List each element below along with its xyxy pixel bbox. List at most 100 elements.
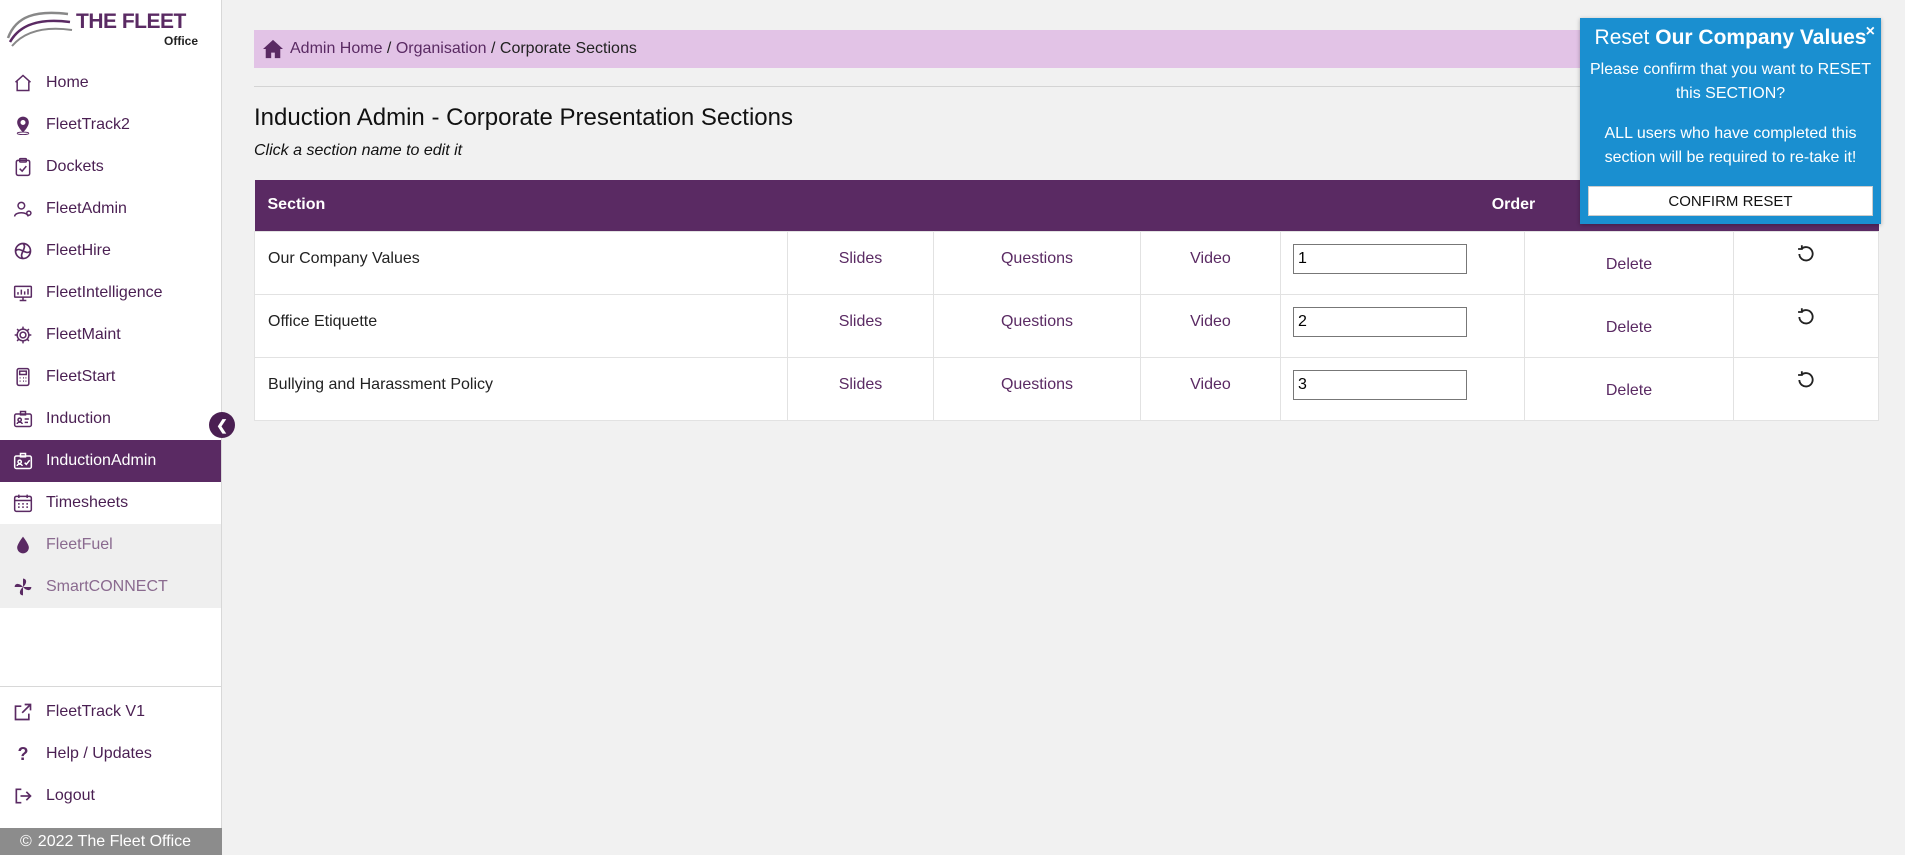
home-icon[interactable] [262,39,290,59]
sidebar-item-label: FleetAdmin [46,200,127,217]
sidebar-item-label: FleetIntelligence [46,284,163,301]
sidebar-item-fleetadmin[interactable]: FleetAdmin [0,188,221,230]
sidebar-item-fleetstart[interactable]: FleetStart [0,356,221,398]
breadcrumb-separator: / [382,40,396,57]
sidebar-bottom-nav: FleetTrack V1 ? Help / Updates Logout [0,686,221,817]
reset-icon [1796,370,1816,394]
section-name[interactable]: Bullying and Harassment Policy [254,356,788,421]
gear-icon [0,325,46,345]
sidebar-item-label: FleetTrack2 [46,116,130,133]
sidebar-item-label: InductionAdmin [46,452,157,469]
section-name[interactable]: Office Etiquette [254,293,788,358]
confirm-reset-button[interactable]: CONFIRM RESET [1588,186,1873,216]
sidebar-item-label: FleetMaint [46,326,121,343]
slides-link[interactable]: Slides [787,293,934,358]
page-title: Induction Admin - Corporate Presentation… [254,104,793,131]
delete-link[interactable]: Delete [1524,293,1734,358]
sidebar-item-label: SmartCONNECT [46,578,168,595]
column-header-section: Section [254,180,1281,231]
popover-message: Please confirm that you want to RESET th… [1589,61,1871,102]
reset-button[interactable] [1733,356,1879,421]
sidebar-item-fleettrack2[interactable]: FleetTrack2 [0,104,221,146]
video-link[interactable]: Video [1140,356,1281,421]
breadcrumb-separator: / [486,40,500,57]
order-cell [1280,230,1525,295]
question-icon: ? [17,743,29,764]
logout-icon [0,786,46,806]
sidebar: THE FLEET Office Home FleetTrack2 Docket… [0,0,222,855]
order-cell [1280,356,1525,421]
sidebar-item-logout[interactable]: Logout [0,775,221,817]
reset-confirm-popover: × Reset Our Company Values Please confir… [1580,18,1881,224]
table-row: Office Etiquette Slides Questions Video … [254,293,1879,358]
sidebar-item-label: Timesheets [46,494,129,511]
delete-link[interactable]: Delete [1524,230,1734,295]
sidebar-item-fleetintelligence[interactable]: FleetIntelligence [0,272,221,314]
sidebar-footer: © 2022 The Fleet Office [0,828,222,855]
order-cell [1280,293,1525,358]
video-link[interactable]: Video [1140,230,1281,295]
location-pin-icon [0,115,46,135]
order-input[interactable] [1293,306,1467,337]
spiral-icon [0,241,46,261]
sidebar-item-fleetfuel[interactable]: FleetFuel [0,524,221,566]
home-icon [0,73,46,93]
sidebar-item-label: FleetFuel [46,536,113,553]
sidebar-item-fleethire[interactable]: FleetHire [0,230,221,272]
sidebar-nav: Home FleetTrack2 Dockets FleetAdmin Flee… [0,62,221,608]
sidebar-item-smartconnect[interactable]: SmartCONNECT [0,566,221,608]
breadcrumb-organisation[interactable]: Organisation [396,40,487,58]
slides-link[interactable]: Slides [787,356,934,421]
monitor-chart-icon [0,283,46,303]
reset-button[interactable] [1733,293,1879,358]
logo-subtext: Office [164,34,199,48]
reset-button[interactable] [1733,230,1879,295]
breadcrumb-current: Corporate Sections [499,40,637,57]
calculator-icon [0,367,46,387]
logo[interactable]: THE FLEET Office [6,4,206,48]
sidebar-item-label: Logout [46,787,95,804]
questions-link[interactable]: Questions [933,293,1141,358]
external-link-icon [0,702,46,722]
sidebar-item-fleetmaint[interactable]: FleetMaint [0,314,221,356]
sidebar-item-inductionadmin[interactable]: InductionAdmin [0,440,221,482]
sidebar-item-label: FleetHire [46,242,111,259]
calendar-icon [0,493,46,513]
sidebar-collapse-button[interactable]: ❮ [209,412,235,438]
clipboard-check-icon [0,157,46,177]
sidebar-item-label: Dockets [46,158,104,175]
table-row: Our Company Values Slides Questions Vide… [254,230,1879,295]
popover-warning: ALL users who have completed this sectio… [1604,125,1857,166]
user-cog-icon [0,199,46,219]
pinwheel-icon [0,577,46,597]
sidebar-item-label: FleetStart [46,368,116,385]
breadcrumb-admin-home[interactable]: Admin Home [290,40,382,58]
table-row: Bullying and Harassment Policy Slides Qu… [254,356,1879,421]
sidebar-item-label: FleetTrack V1 [46,703,145,720]
logo-text: THE FLEET [76,10,186,33]
copyright-text: 2022 The Fleet Office [37,832,192,850]
questions-link[interactable]: Questions [933,230,1141,295]
sidebar-item-dockets[interactable]: Dockets [0,146,221,188]
logo-truck-icon [6,11,73,47]
sidebar-item-help[interactable]: ? Help / Updates [0,733,221,775]
chevron-left-icon: ❮ [216,416,228,433]
sidebar-item-fleettrack-v1[interactable]: FleetTrack V1 [0,691,221,733]
reset-icon [1796,244,1816,268]
reset-icon [1796,307,1816,331]
id-card-icon [0,409,46,429]
slides-link[interactable]: Slides [787,230,934,295]
sidebar-item-timesheets[interactable]: Timesheets [0,482,221,524]
section-name[interactable]: Our Company Values [254,230,788,295]
video-link[interactable]: Video [1140,293,1281,358]
id-card-check-icon [0,451,46,471]
page-subtitle: Click a section name to edit it [254,142,463,159]
popover-title-section: Our Company Values [1655,26,1867,49]
sidebar-item-induction[interactable]: Induction [0,398,221,440]
questions-link[interactable]: Questions [933,356,1141,421]
order-input[interactable] [1293,243,1467,274]
sidebar-item-label: Induction [46,410,111,427]
delete-link[interactable]: Delete [1524,356,1734,421]
sidebar-item-home[interactable]: Home [0,62,221,104]
order-input[interactable] [1293,369,1467,400]
